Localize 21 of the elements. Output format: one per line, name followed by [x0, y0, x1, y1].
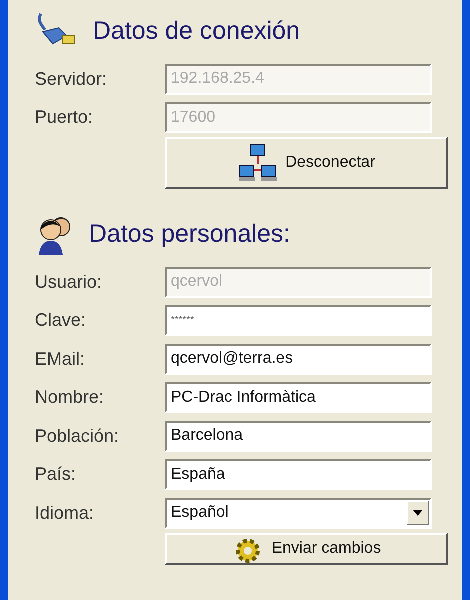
- send-changes-button[interactable]: Enviar cambios: [165, 532, 448, 564]
- field-label: Servidor:: [35, 68, 108, 91]
- field-label: Población:: [35, 424, 120, 448]
- input-field[interactable]: qcervol@terra.es: [165, 344, 432, 375]
- field-label: Puerto:: [35, 106, 94, 130]
- network-icon: [238, 144, 278, 182]
- section-title: Datos de conexión: [93, 16, 300, 48]
- field-label: Usuario:: [35, 270, 104, 294]
- section-title: Datos personales:: [89, 219, 291, 250]
- field-label: Idioma:: [35, 502, 96, 525]
- field-label: EMail:: [35, 348, 86, 371]
- field-label: Clave:: [35, 309, 88, 332]
- input-field[interactable]: PC-Drac Informàtica: [165, 382, 432, 414]
- dropdown-field[interactable]: Español: [165, 498, 432, 529]
- input-field[interactable]: Barcelona: [165, 420, 432, 452]
- input-field[interactable]: España: [165, 459, 432, 490]
- caret-icon: [413, 510, 423, 516]
- field-label: Nombre:: [35, 386, 106, 410]
- disconnect-button[interactable]: Desconectar: [165, 137, 448, 189]
- field-label: País:: [35, 463, 78, 486]
- input-field[interactable]: ******: [165, 305, 432, 336]
